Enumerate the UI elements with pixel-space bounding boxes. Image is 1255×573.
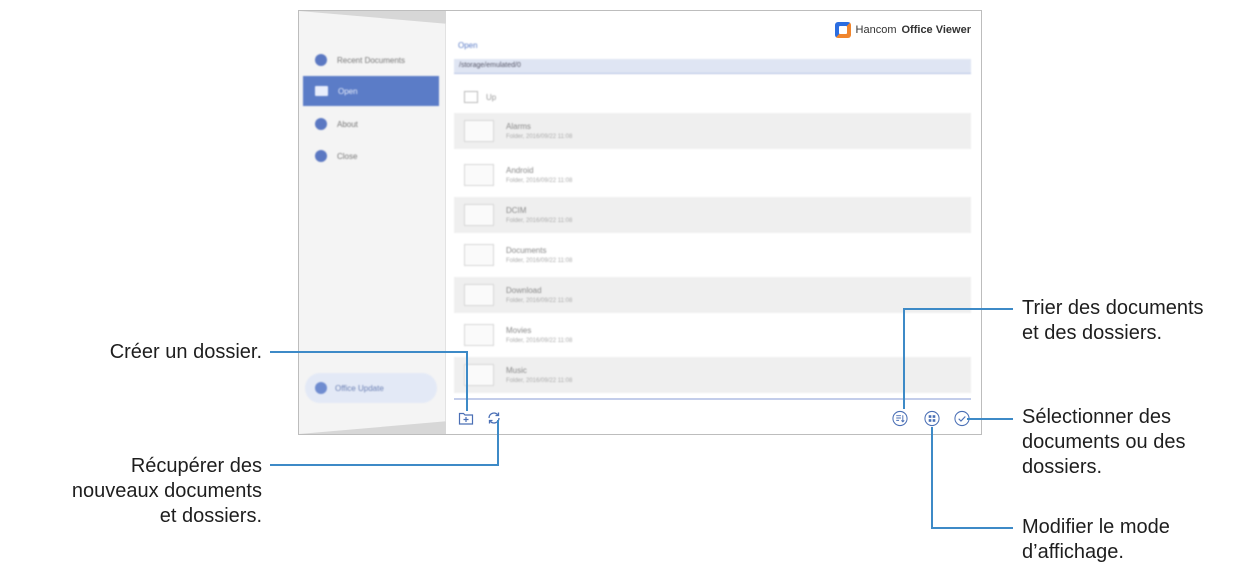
sidebar-item-close[interactable]: Close	[303, 141, 439, 171]
path-bar[interactable]: /storage/emulated/0	[454, 59, 971, 74]
refresh-icon	[488, 412, 500, 424]
item-meta: Folder, 2016/09/22 11:08	[506, 134, 573, 140]
list-item[interactable]: Music Folder, 2016/09/22 11:08	[454, 357, 971, 393]
callout-text: dossiers.	[1022, 456, 1103, 478]
new-folder-button[interactable]	[458, 410, 474, 426]
list-divider	[454, 398, 971, 400]
item-meta: Folder, 2016/09/22 11:08	[506, 298, 573, 304]
folder-icon	[464, 164, 494, 186]
callout-text: nouveaux documents	[71, 480, 262, 502]
sidebar-item-label: About	[337, 119, 358, 129]
item-meta: Folder, 2016/09/22 11:08	[506, 338, 573, 344]
callout-text: Modifier le mode	[1022, 516, 1170, 538]
item-name: DCIM	[506, 206, 527, 215]
hancom-logo-icon	[834, 22, 851, 38]
item-name: Music	[506, 366, 527, 375]
folder-icon	[464, 284, 494, 306]
callout-text: Sélectionner des	[1022, 406, 1171, 428]
callout-text: Trier des documents	[1022, 297, 1204, 319]
folder-icon	[464, 364, 494, 386]
item-name: Alarms	[506, 122, 531, 131]
callout-refresh: Récupérer des nouveaux documents et doss…	[0, 454, 262, 529]
app-screenshot: Recent Documents Open About Close Office…	[298, 10, 982, 435]
app-brand: Hancom Office Viewer	[834, 21, 972, 39]
sidebar-item-about[interactable]: About	[303, 109, 439, 139]
callout-text: documents ou des	[1022, 431, 1186, 453]
callout-line-refresh	[270, 464, 499, 466]
item-meta: Folder, 2016/09/22 11:08	[506, 218, 573, 224]
item-name: Download	[506, 286, 542, 295]
sidebar-item-open[interactable]: Open	[303, 76, 439, 106]
up-folder-icon	[464, 91, 478, 103]
sidebar-item-label: Close	[337, 151, 358, 161]
close-icon	[315, 150, 327, 162]
callout-line-create-folder	[270, 351, 468, 353]
file-browser: Hancom Office Viewer Open /storage/emulat…	[446, 11, 981, 434]
section-label: Open	[458, 41, 478, 50]
sort-button[interactable]	[892, 410, 908, 426]
callout-view-mode: Modifier le mode d’affichage.	[1022, 515, 1255, 565]
callout-sort: Trier des documents et des dossiers.	[1022, 296, 1255, 346]
view-mode-button[interactable]	[924, 410, 940, 426]
callout-text: Récupérer des	[130, 455, 262, 477]
office-update-label: Office Update	[335, 383, 384, 393]
list-item[interactable]: Documents Folder, 2016/09/22 11:08	[454, 237, 971, 273]
folder-icon	[464, 324, 494, 346]
update-icon	[315, 382, 327, 394]
item-meta: Folder, 2016/09/22 11:08	[506, 178, 573, 184]
item-name: Android	[506, 166, 534, 175]
folder-icon	[464, 244, 494, 266]
brand-prefix: Hancom	[855, 24, 897, 36]
list-item[interactable]: Alarms Folder, 2016/09/22 11:08	[454, 113, 971, 149]
item-name: Documents	[506, 246, 547, 255]
callout-line-refresh	[497, 420, 499, 466]
clock-icon	[315, 54, 327, 66]
up-label: Up	[486, 92, 497, 102]
sidebar-item-recent[interactable]: Recent Documents	[303, 45, 439, 75]
callout-line-create-folder	[466, 351, 468, 411]
callout-line-sort	[903, 308, 905, 409]
callout-create-folder: Créer un dossier.	[20, 340, 262, 365]
up-folder-row[interactable]: Up	[464, 91, 496, 103]
info-icon	[315, 118, 327, 130]
callout-line-view-mode	[931, 527, 1013, 529]
callout-line-sort	[903, 308, 1013, 310]
list-item[interactable]: Android Folder, 2016/09/22 11:08	[454, 157, 971, 193]
sidebar-item-label: Open	[338, 86, 358, 96]
callout-line-select	[967, 418, 1013, 420]
grid-view-icon	[924, 410, 940, 426]
folder-icon	[464, 204, 494, 226]
folder-icon	[464, 120, 494, 142]
sidebar-item-label: Recent Documents	[337, 55, 406, 65]
folder-plus-icon	[458, 412, 474, 425]
callout-text: d’affichage.	[1022, 541, 1124, 563]
callout-text: et des dossiers.	[1022, 322, 1163, 344]
brand-name: Office Viewer	[901, 24, 972, 36]
refresh-button[interactable]	[486, 410, 502, 426]
office-update-button[interactable]: Office Update	[305, 373, 437, 403]
callout-select: Sélectionner des documents ou des dossie…	[1022, 405, 1255, 480]
sort-icon	[892, 410, 908, 426]
item-name: Movies	[506, 326, 532, 335]
sidebar: Recent Documents Open About Close Office…	[299, 11, 446, 434]
folder-icon	[315, 86, 328, 96]
list-item[interactable]: Movies Folder, 2016/09/22 11:08	[454, 317, 971, 353]
callout-text: et dossiers.	[159, 505, 262, 527]
list-item[interactable]: DCIM Folder, 2016/09/22 11:08	[454, 197, 971, 233]
item-meta: Folder, 2016/09/22 11:08	[506, 378, 573, 384]
callout-text: Créer un dossier.	[109, 341, 262, 363]
item-meta: Folder, 2016/09/22 11:08	[506, 258, 573, 264]
callout-line-view-mode	[931, 427, 933, 529]
list-item[interactable]: Download Folder, 2016/09/22 11:08	[454, 277, 971, 313]
